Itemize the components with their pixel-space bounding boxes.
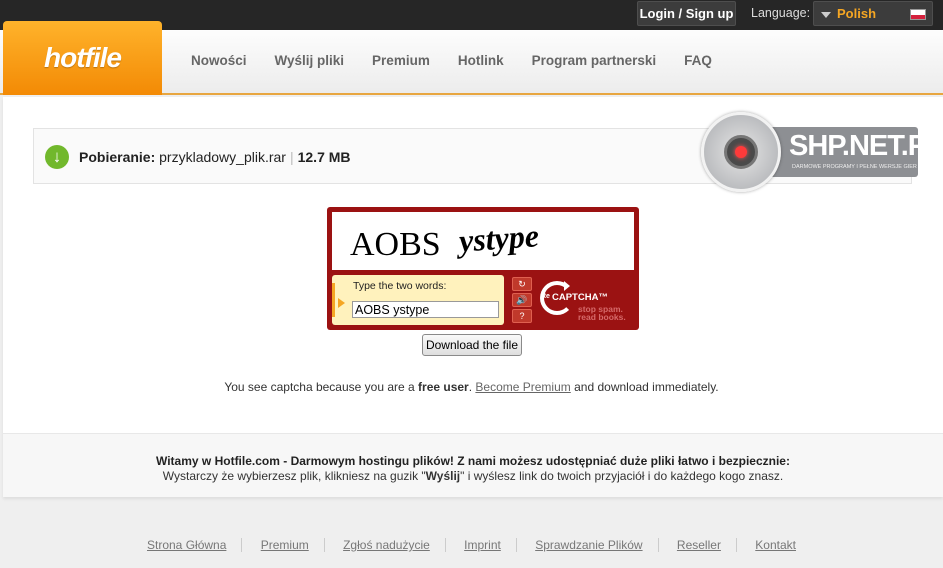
chevron-down-icon — [821, 12, 831, 18]
become-premium-link[interactable]: Become Premium — [475, 380, 570, 394]
captcha-word-1: AOBS — [350, 226, 441, 263]
welcome-headline: Witamy w Hotfile.com - Darmowym hostingu… — [156, 454, 790, 468]
footer-strona-glowna[interactable]: Strona Główna — [132, 538, 243, 552]
watermark-subtitle: DARMOWE PROGRAMY I PEŁNE WERSJE GIER — [792, 164, 917, 170]
captcha-controls: ↻ 🔊 ? — [512, 277, 534, 325]
hotfile-logo[interactable]: hotfile — [3, 21, 162, 95]
download-size: 12.7 MB — [297, 149, 351, 165]
nav-premium[interactable]: Premium — [372, 53, 430, 68]
download-arrow-icon: ↓ — [45, 145, 69, 169]
login-signup-button[interactable]: Login / Sign up — [637, 1, 736, 26]
nav-program-partnerski[interactable]: Program partnerski — [532, 53, 657, 68]
captcha-image: AOBS ystype — [332, 212, 634, 270]
captcha-prompt: Type the two words: — [353, 280, 447, 292]
footer-sprawdzanie-plikow[interactable]: Sprawdzanie Plików — [520, 538, 659, 552]
help-icon[interactable]: ? — [512, 309, 532, 323]
free-user-label: free user — [418, 380, 469, 394]
recaptcha-tagline: stop spam. read books. — [578, 304, 626, 322]
free-user-info: You see captcha because you are a free u… — [224, 380, 719, 394]
arrow-icon — [332, 283, 346, 317]
captcha-response-input[interactable] — [352, 301, 499, 318]
recaptcha-name: CAPTCHA™ — [552, 292, 608, 303]
language-select[interactable]: Polish — [813, 1, 933, 26]
download-file-button[interactable]: Download the file — [422, 334, 522, 356]
download-prefix: Pobieranie: — [79, 149, 156, 165]
shp-watermark: SHP.NET.PL DARMOWE PROGRAMY I PEŁNE WERS… — [701, 112, 943, 192]
nav-hotlink[interactable]: Hotlink — [458, 53, 504, 68]
language-value: Polish — [837, 6, 877, 21]
welcome-section: Witamy w Hotfile.com - Darmowym hostingu… — [3, 433, 943, 497]
footer-imprint[interactable]: Imprint — [449, 538, 517, 552]
footer-kontakt[interactable]: Kontakt — [740, 538, 811, 552]
download-info: Pobieranie: przykladowy_plik.rar | 12.7 MB — [79, 149, 351, 165]
footer-zglos-naduzycie[interactable]: Zgłoś nadużycie — [328, 538, 446, 552]
footer-reseller[interactable]: Reseller — [661, 538, 737, 552]
recaptcha-re: Re — [541, 293, 550, 300]
watermark-title: SHP.NET.PL — [789, 130, 943, 162]
audio-icon[interactable]: 🔊 — [512, 293, 532, 307]
recaptcha-widget: AOBS ystype Type the two words: ↻ 🔊 ? Re… — [327, 207, 639, 330]
language-label: Language: — [751, 6, 811, 20]
refresh-icon[interactable]: ↻ — [512, 277, 532, 291]
footer-links: Strona Główna Premium Zgłoś nadużycie Im… — [0, 538, 943, 552]
welcome-text: Wystarczy że wybierzesz plik, klikniesz … — [162, 469, 784, 483]
nav-wyslij-pliki[interactable]: Wyślij pliki — [275, 53, 345, 68]
captcha-input-box: Type the two words: — [332, 275, 504, 325]
camera-lens-icon — [701, 112, 781, 192]
polish-flag-icon — [910, 9, 926, 20]
nav-faq[interactable]: FAQ — [684, 53, 712, 68]
captcha-word-2: ystype — [457, 217, 541, 259]
main-nav: Nowości Wyślij pliki Premium Hotlink Pro… — [191, 53, 740, 68]
download-filename: przykladowy_plik.rar — [159, 149, 286, 165]
nav-nowosci[interactable]: Nowości — [191, 53, 247, 68]
footer-premium[interactable]: Premium — [245, 538, 325, 552]
